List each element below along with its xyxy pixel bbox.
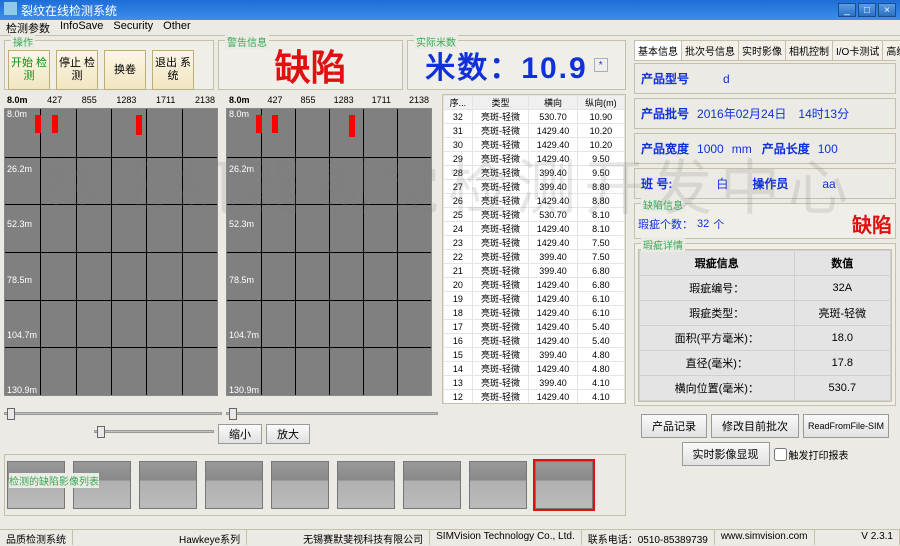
info-shift: 班 号:白 操作员aa bbox=[634, 168, 896, 199]
maximize-button[interactable]: □ bbox=[858, 3, 876, 17]
thumbnail[interactable] bbox=[469, 461, 527, 509]
ops-title: 操作 bbox=[11, 34, 35, 49]
menu-item[interactable]: Security bbox=[113, 20, 153, 35]
tab-io[interactable]: I/O卡测试 bbox=[832, 40, 883, 60]
tab-adv[interactable]: 高级设置 bbox=[882, 40, 900, 60]
slider-2[interactable] bbox=[226, 406, 438, 420]
menu-item[interactable]: 检测参数 bbox=[6, 20, 50, 35]
minimize-button[interactable]: _ bbox=[838, 3, 856, 17]
tab-batch[interactable]: 批次号信息 bbox=[681, 40, 739, 60]
thumbnail-selected[interactable] bbox=[535, 461, 593, 509]
defect-alarm: 缺陷 bbox=[852, 209, 892, 238]
defect-summary: 缺陷信息 瑕疵个数： 32 个 缺陷 bbox=[634, 203, 896, 239]
thumbnail[interactable] bbox=[205, 461, 263, 509]
tab-live[interactable]: 实时影像 bbox=[738, 40, 786, 60]
defect-map-2[interactable]: 8.0m4278551283171121388.0m26.2m52.3m78.5… bbox=[226, 108, 432, 396]
thumbnail-bar: 检测的缺陷影像列表 bbox=[4, 454, 626, 516]
close-button[interactable]: × bbox=[878, 3, 896, 17]
slider-1[interactable] bbox=[4, 406, 222, 420]
ops-group: 操作 开始 检测 停止 检测 换卷 退出 系统 bbox=[4, 40, 214, 90]
roll-button[interactable]: 换卷 bbox=[104, 50, 146, 90]
tab-bar: 基本信息 批次号信息 实时影像 相机控制 I/O卡测试 高级设置 运行 bbox=[634, 40, 896, 61]
thumbbar-title: 检测的缺陷影像列表 bbox=[9, 473, 99, 488]
meter-group: 实际米数 米数：10.9 * bbox=[407, 40, 626, 90]
defect-detail: 瑕疵详情 瑕疵信息数值瑕疵编号：32A瑕疵类型：亮斑-轻微面积(平方毫米)：18… bbox=[634, 243, 896, 406]
thumbnail[interactable] bbox=[337, 461, 395, 509]
app-icon bbox=[4, 2, 17, 15]
defect-map-1[interactable]: 8.0m4278551283171121388.0m26.2m52.3m78.5… bbox=[4, 108, 218, 396]
meter-reset-button[interactable]: * bbox=[594, 58, 608, 72]
defect-detail-title: 瑕疵详情 bbox=[641, 237, 685, 252]
meter-label: 米数：10.9 bbox=[425, 43, 587, 87]
live-image-button[interactable]: 实时影像显现 bbox=[682, 442, 770, 466]
defect-list[interactable]: 序...类型横向纵向(m)32亮斑-轻微530.7010.9031亮斑-轻微14… bbox=[442, 94, 626, 404]
info-size: 产品宽度1000mm 产品长度100 bbox=[634, 133, 896, 164]
defect-summary-title: 缺陷信息 bbox=[641, 197, 685, 212]
menu-item[interactable]: InfoSave bbox=[60, 20, 103, 35]
info-model: 产品型号d bbox=[634, 63, 896, 94]
info-batch: 产品批号2016年02月24日 14时13分 bbox=[634, 98, 896, 129]
menu-item[interactable]: Other bbox=[163, 20, 191, 35]
modify-batch-button[interactable]: 修改目前批次 bbox=[711, 414, 799, 438]
exit-button[interactable]: 退出 系统 bbox=[152, 50, 194, 90]
start-button[interactable]: 开始 检测 bbox=[8, 50, 50, 90]
read-file-button[interactable]: ReadFromFile-SIM bbox=[803, 414, 889, 438]
shrink-button[interactable]: 缩小 bbox=[218, 424, 262, 444]
stop-button[interactable]: 停止 检测 bbox=[56, 50, 98, 90]
thumbnail[interactable] bbox=[139, 461, 197, 509]
title-bar: 裂纹在线检测系统 _ □ × bbox=[0, 0, 900, 20]
meter-title: 实际米数 bbox=[414, 34, 458, 49]
enlarge-button[interactable]: 放大 bbox=[266, 424, 310, 444]
record-button[interactable]: 产品记录 bbox=[641, 414, 707, 438]
print-checkbox[interactable]: 触发打印报表 bbox=[774, 442, 849, 466]
tab-basic[interactable]: 基本信息 bbox=[634, 40, 682, 60]
zoom-slider[interactable] bbox=[94, 424, 214, 438]
thumbnail[interactable] bbox=[271, 461, 329, 509]
window-title: 裂纹在线检测系统 bbox=[21, 4, 117, 18]
tab-camera[interactable]: 相机控制 bbox=[785, 40, 833, 60]
status-bar: 品质检测系统 Hawkeye系列 无锡赛默斐视科技有限公司 SIMVision … bbox=[0, 529, 900, 545]
alarm-group: 警告信息 缺陷 bbox=[218, 40, 403, 90]
alarm-title: 警告信息 bbox=[225, 34, 269, 49]
alarm-text: 缺陷 bbox=[274, 39, 346, 91]
thumbnail[interactable] bbox=[403, 461, 461, 509]
